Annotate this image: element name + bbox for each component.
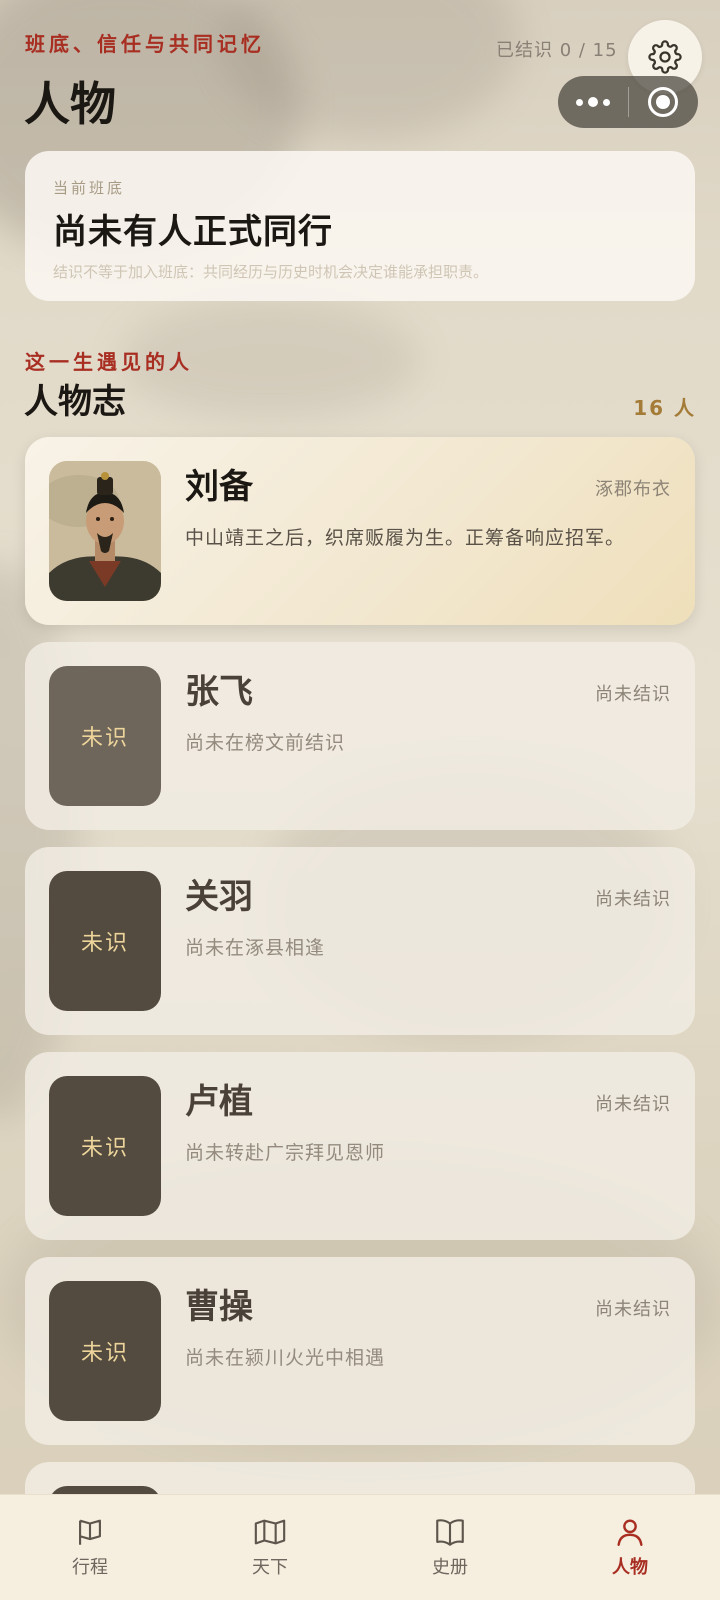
section-kicker: 这一生遇见的人 xyxy=(25,350,193,374)
character-list: 刘备 涿郡布衣 中山靖王之后，织席贩履为生。正筹备响应招军。 未识 张飞 尚未结… xyxy=(25,437,695,1600)
header-kicker: 班底、信任与共同记忆 xyxy=(25,32,265,56)
character-name: 刘备 xyxy=(185,467,253,507)
avatar-label: 未识 xyxy=(80,1136,129,1161)
avatar-label: 未识 xyxy=(80,931,129,956)
avatar-placeholder: 未识 xyxy=(49,1281,161,1421)
character-card-zhangfei[interactable]: 未识 张飞 尚未结识 尚未在榜文前结识 xyxy=(25,642,695,830)
map-icon xyxy=(254,1519,286,1545)
flag-icon xyxy=(79,1519,101,1545)
character-description: 尚未在涿县相逢 xyxy=(185,937,326,959)
avatar-placeholder: 未识 xyxy=(49,871,161,1011)
character-tag: 尚未结识 xyxy=(595,1094,671,1115)
more-button[interactable] xyxy=(558,76,628,128)
tab-label: 行程 xyxy=(72,1557,108,1578)
character-description: 尚未在颍川火光中相遇 xyxy=(185,1347,386,1369)
avatar-label: 未识 xyxy=(80,1341,129,1366)
avatar-placeholder: 未识 xyxy=(49,1076,161,1216)
tab-world[interactable]: 天下 xyxy=(180,1495,360,1600)
character-tag: 尚未结识 xyxy=(595,684,671,705)
tab-characters[interactable]: 人物 xyxy=(540,1495,720,1600)
person-icon xyxy=(617,1519,643,1546)
character-tag: 尚未结识 xyxy=(595,1299,671,1320)
gear-icon xyxy=(648,40,682,74)
avatar-label: 未识 xyxy=(80,726,129,751)
roster-note: 结识不等于加入班底：共同经历与历史时机会决定谁能承担职责。 xyxy=(53,263,489,281)
page-title: 人物 xyxy=(24,77,116,131)
character-description: 尚未转赴广宗拜见恩师 xyxy=(185,1142,386,1164)
book-icon xyxy=(436,1519,464,1546)
roster-title: 尚未有人正式同行 xyxy=(53,212,333,252)
character-name: 关羽 xyxy=(185,877,253,917)
current-roster-card: 当前班底 尚未有人正式同行 结识不等于加入班底：共同经历与历史时机会决定谁能承担… xyxy=(25,151,695,301)
character-tag: 涿郡布衣 xyxy=(595,479,671,500)
tab-journey[interactable]: 行程 xyxy=(0,1495,180,1600)
people-count: 16 人 xyxy=(633,396,696,420)
character-card-liubei[interactable]: 刘备 涿郡布衣 中山靖王之后，织席贩履为生。正筹备响应招军。 xyxy=(25,437,695,625)
close-mini-program-button[interactable] xyxy=(629,76,699,128)
avatar-placeholder: 未识 xyxy=(49,666,161,806)
section-title: 人物志 xyxy=(24,382,126,422)
more-dots-icon xyxy=(575,97,610,107)
character-card-luzhi[interactable]: 未识 卢植 尚未结识 尚未转赴广宗拜见恩师 xyxy=(25,1052,695,1240)
character-card-caocao[interactable]: 未识 曹操 尚未结识 尚未在颍川火光中相遇 xyxy=(25,1257,695,1445)
avatar xyxy=(49,461,161,601)
character-name: 卢植 xyxy=(185,1082,253,1122)
character-name: 张飞 xyxy=(185,672,253,712)
character-tag: 尚未结识 xyxy=(595,889,671,910)
character-description: 尚未在榜文前结识 xyxy=(185,732,346,754)
tab-label: 天下 xyxy=(252,1557,288,1578)
character-name: 曹操 xyxy=(185,1287,253,1327)
met-count: 已结识 0 / 15 xyxy=(496,40,618,61)
tab-history[interactable]: 史册 xyxy=(360,1495,540,1600)
tab-label: 史册 xyxy=(432,1557,468,1578)
mini-program-capsule xyxy=(558,76,698,128)
character-description: 中山靖王之后，织席贩履为生。正筹备响应招军。 xyxy=(185,527,626,549)
roster-label: 当前班底 xyxy=(53,179,126,197)
tab-label: 人物 xyxy=(612,1557,648,1578)
target-icon xyxy=(648,87,679,117)
portrait-image xyxy=(49,461,161,601)
bottom-tab-bar: 行程 天下 史册 人物 xyxy=(0,1494,720,1600)
character-card-guanyu[interactable]: 未识 关羽 尚未结识 尚未在涿县相逢 xyxy=(25,847,695,1035)
